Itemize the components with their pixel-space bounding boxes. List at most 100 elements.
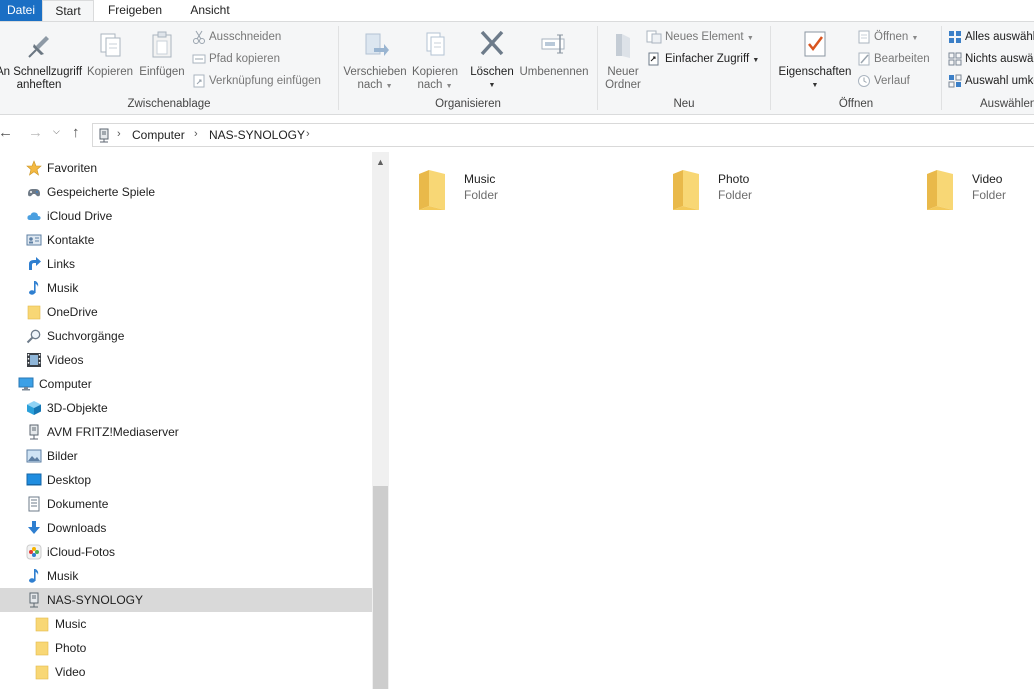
tree-item-3d-objekte[interactable]: 3D-Objekte bbox=[0, 396, 372, 420]
folder-tile-music[interactable]: Music Folder bbox=[389, 166, 629, 214]
tree-item-label: Videos bbox=[47, 353, 84, 367]
copy-to-icon bbox=[426, 32, 445, 56]
select-none-button[interactable]: Nichts auswählen bbox=[948, 49, 1034, 69]
tree-item-label: OneDrive bbox=[47, 305, 98, 319]
chevron-down-icon: ▼ bbox=[811, 82, 819, 89]
new-group: Neuer Ordner Neues Element ▼ Einfacher Z… bbox=[598, 22, 770, 114]
downloads-icon bbox=[28, 521, 40, 534]
breadcrumb-chevron-icon[interactable]: › bbox=[306, 128, 310, 140]
address-bar[interactable]: › Computer › NAS-SYNOLOGY › bbox=[92, 123, 1034, 147]
folder-name: Video bbox=[972, 172, 1003, 186]
network-drive-icon bbox=[29, 592, 39, 608]
up-arrow-icon[interactable]: ↑ bbox=[72, 124, 80, 141]
tree-item-musik-2[interactable]: Musik bbox=[0, 564, 372, 588]
tree-item-bilder[interactable]: Bilder bbox=[0, 444, 372, 468]
folder-tile-video[interactable]: Video Folder bbox=[897, 166, 1034, 214]
tree-item-suchvorgaenge[interactable]: Suchvorgänge bbox=[0, 324, 372, 348]
tree-item-downloads[interactable]: Downloads bbox=[0, 516, 372, 540]
folder-name: Music bbox=[464, 172, 496, 186]
delete-x-icon bbox=[480, 30, 504, 56]
tab-view[interactable]: Ansicht bbox=[180, 0, 240, 21]
tree-item-photo[interactable]: Photo bbox=[0, 636, 372, 660]
scrollbar-thumb[interactable] bbox=[373, 486, 388, 689]
scroll-up-arrow-icon[interactable]: ▲ bbox=[372, 154, 389, 171]
music-icon bbox=[29, 569, 39, 583]
tab-start[interactable]: Start bbox=[42, 0, 94, 22]
properties-button[interactable]: Eigenschaften ▼ bbox=[775, 26, 855, 92]
easy-access-button[interactable]: Einfacher Zugriff ▼ bbox=[646, 49, 759, 69]
tree-item-video[interactable]: Video bbox=[0, 660, 372, 684]
copy-path-button[interactable]: Pfad kopieren bbox=[192, 49, 280, 69]
tree-item-label: Video bbox=[55, 665, 86, 679]
tree-item-desktop[interactable]: Desktop bbox=[0, 468, 372, 492]
new-folder-button[interactable]: Neuer Ordner bbox=[600, 26, 646, 92]
tree-item-label: Suchvorgänge bbox=[47, 329, 125, 343]
tree-item-gespeicherte-spiele[interactable]: Gespeicherte Spiele bbox=[0, 180, 372, 204]
tree-item-favoriten[interactable]: Favoriten bbox=[0, 156, 372, 180]
tree-item-onedrive[interactable]: OneDrive bbox=[0, 300, 372, 324]
invert-selection-icon bbox=[948, 74, 962, 88]
tree-item-nas-synology[interactable]: NAS-SYNOLOGY bbox=[0, 588, 372, 612]
network-drive-icon bbox=[29, 424, 39, 440]
folder-type: Folder bbox=[718, 188, 753, 202]
new-group-label: Neu bbox=[673, 98, 695, 110]
tab-share[interactable]: Freigeben bbox=[100, 0, 170, 21]
copy-path-icon bbox=[192, 54, 206, 64]
forward-arrow-icon[interactable]: → bbox=[28, 124, 43, 141]
paste-icon bbox=[152, 31, 172, 58]
paste-shortcut-button[interactable]: Verknüpfung einfügen bbox=[192, 71, 321, 91]
recent-locations-chevron-icon[interactable]: ⌵ bbox=[53, 126, 60, 137]
file-list: Music Folder Photo Folder Video Folder bbox=[389, 152, 1034, 689]
tab-file[interactable]: Datei bbox=[0, 0, 42, 21]
breadcrumb-computer[interactable]: Computer bbox=[132, 128, 185, 142]
breadcrumb-nas-synology[interactable]: NAS-SYNOLOGY bbox=[209, 128, 305, 142]
rename-button[interactable]: Umbenennen bbox=[517, 26, 591, 79]
documents-icon bbox=[28, 496, 40, 512]
select-all-button[interactable]: Alles auswählen bbox=[948, 27, 1034, 47]
saved-games-icon bbox=[28, 189, 40, 197]
breadcrumb-chevron-icon[interactable]: › bbox=[194, 128, 198, 140]
back-arrow-icon[interactable]: ← bbox=[0, 124, 13, 141]
tree-item-musik[interactable]: Musik bbox=[0, 276, 372, 300]
open-button[interactable]: Öffnen ▼ bbox=[857, 27, 918, 47]
tree-item-computer[interactable]: Computer bbox=[0, 372, 372, 396]
move-to-icon bbox=[365, 33, 389, 56]
move-to-button[interactable]: Verschieben nach ▼ bbox=[343, 26, 407, 93]
tree-item-label: 3D-Objekte bbox=[47, 401, 108, 415]
invert-selection-button[interactable]: Auswahl umkehren bbox=[948, 71, 1034, 91]
move-to-line2: nach bbox=[357, 79, 383, 91]
folder-tile-photo[interactable]: Photo Folder bbox=[643, 166, 883, 214]
clipboard-group: An Schnellzugriff anheften Kopieren Einf… bbox=[0, 22, 338, 114]
paste-button[interactable]: Einfügen bbox=[136, 26, 188, 79]
tree-item-icloud-fotos[interactable]: iCloud-Fotos bbox=[0, 540, 372, 564]
select-all-icon bbox=[949, 30, 961, 43]
new-item-icon bbox=[646, 30, 662, 44]
easy-access-icon bbox=[648, 52, 659, 66]
history-button[interactable]: Verlauf bbox=[857, 71, 910, 91]
new-item-label: Neues Element bbox=[665, 31, 744, 43]
cut-button[interactable]: Ausschneiden bbox=[192, 27, 281, 47]
tree-item-avm-fritz-mediaserver[interactable]: AVM FRITZ!Mediaserver bbox=[0, 420, 372, 444]
icloud-icon bbox=[27, 212, 41, 220]
folder-type: Folder bbox=[464, 188, 499, 202]
tree-item-icloud-drive[interactable]: iCloud Drive bbox=[0, 204, 372, 228]
tree-item-videos[interactable]: Videos bbox=[0, 348, 372, 372]
music-icon bbox=[29, 281, 39, 295]
copy-to-button[interactable]: Kopieren nach ▼ bbox=[409, 26, 461, 93]
new-item-button[interactable]: Neues Element ▼ bbox=[646, 27, 754, 47]
edit-button[interactable]: Bearbeiten bbox=[857, 49, 930, 69]
tree-item-dokumente[interactable]: Dokumente bbox=[0, 492, 372, 516]
tree-item-kontakte[interactable]: Kontakte bbox=[0, 228, 372, 252]
pin-quick-access-button[interactable]: An Schnellzugriff anheften bbox=[0, 26, 84, 92]
pin-label-line2: anheften bbox=[16, 79, 62, 91]
delete-button[interactable]: Löschen ▼ bbox=[467, 26, 517, 92]
organize-group-label: Organisieren bbox=[435, 98, 501, 110]
copy-to-line2: nach bbox=[417, 79, 443, 91]
tree-scrollbar[interactable]: ▲ bbox=[372, 152, 389, 689]
tree-item-music[interactable]: Music bbox=[0, 612, 372, 636]
breadcrumb-chevron-icon[interactable]: › bbox=[117, 128, 121, 140]
select-none-label: Nichts auswählen bbox=[965, 53, 1034, 65]
rename-label: Umbenennen bbox=[519, 66, 589, 78]
copy-button[interactable]: Kopieren bbox=[86, 26, 134, 79]
tree-item-links[interactable]: Links bbox=[0, 252, 372, 276]
